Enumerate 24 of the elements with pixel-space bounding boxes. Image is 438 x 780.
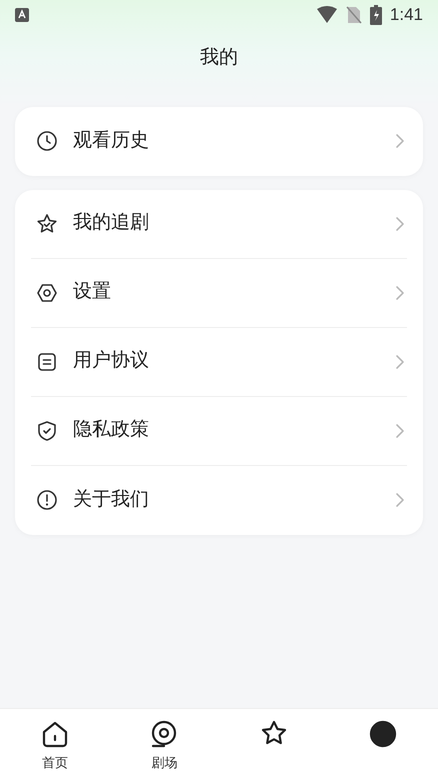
page-title: 我的 bbox=[200, 46, 238, 70]
wifi-icon bbox=[316, 6, 338, 24]
status-time: 1:41 bbox=[390, 4, 423, 26]
clock-icon bbox=[35, 129, 59, 153]
keyboard-icon bbox=[15, 8, 29, 22]
menu-item[interactable]: 设置 bbox=[31, 258, 407, 328]
menu-item[interactable]: 我的追剧 bbox=[31, 190, 407, 258]
star-icon bbox=[35, 212, 59, 236]
chevron-right-icon bbox=[395, 133, 405, 149]
no-sim-icon bbox=[346, 6, 362, 24]
shield-icon bbox=[35, 418, 59, 442]
chevron-right-icon bbox=[395, 284, 405, 300]
chevron-right-icon bbox=[395, 422, 405, 438]
battery-icon bbox=[370, 5, 382, 25]
menu-item[interactable]: 观看历史 bbox=[31, 106, 407, 176]
tab[interactable]: 剧场 bbox=[110, 709, 219, 780]
chevron-right-icon bbox=[395, 492, 405, 508]
info-icon bbox=[35, 488, 59, 512]
chevron-right-icon bbox=[395, 216, 405, 232]
menu-item[interactable]: 用户协议 bbox=[31, 328, 407, 396]
tab[interactable]: 首页 bbox=[0, 709, 110, 780]
chevron-right-icon bbox=[395, 354, 405, 370]
menu-item[interactable]: 隐私政策 bbox=[31, 396, 407, 466]
menu-item[interactable]: 关于我们 bbox=[31, 466, 407, 534]
